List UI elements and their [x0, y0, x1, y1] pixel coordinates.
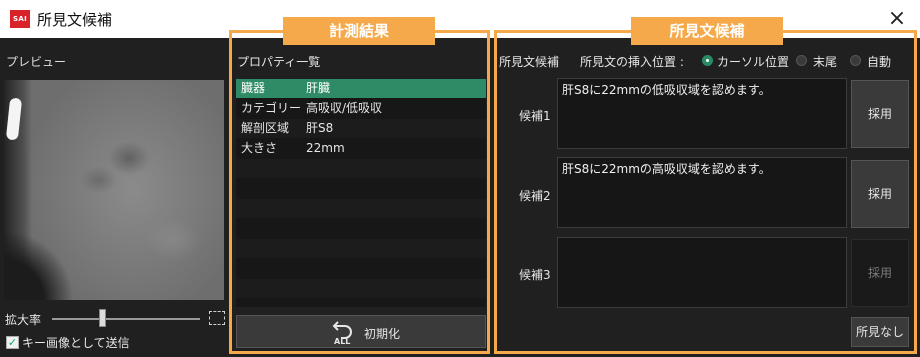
ct-preview-image — [4, 80, 224, 300]
zoom-slider-thumb[interactable] — [99, 309, 106, 327]
candidate-3-text[interactable] — [557, 237, 847, 308]
zoom-label: 拡大率 — [5, 313, 42, 327]
candidate-2-label: 候補2 — [519, 189, 551, 203]
radio-label-cursor: カーソル位置 — [717, 55, 790, 69]
candidates-header: 所見文候補 — [499, 55, 560, 69]
reset-button[interactable]: ALL 初期化 — [236, 315, 486, 348]
preview-label: プレビュー — [6, 55, 67, 69]
property-row-segment[interactable]: 解剖区域 肝S8 — [236, 119, 486, 138]
candidate-1-text[interactable]: 肝S8に22mmの低吸収域を認めます。 — [557, 78, 847, 149]
adopt-button-1[interactable]: 採用 — [851, 80, 909, 148]
close-icon[interactable]: × — [884, 6, 910, 32]
svg-text:ALL: ALL — [334, 337, 350, 345]
radio-label-end: 末尾 — [813, 55, 838, 69]
no-findings-button[interactable]: 所見なし — [851, 317, 909, 347]
undo-all-icon: ALL — [332, 321, 352, 345]
property-value: 22mm — [306, 141, 345, 155]
window-title: 所見文候補 — [37, 11, 113, 29]
radio-label-auto: 自動 — [867, 55, 892, 69]
radio-auto[interactable] — [850, 55, 861, 66]
property-value: 高吸収/低吸収 — [306, 101, 383, 115]
property-value: 肝臓 — [306, 81, 331, 95]
app-logo: SAI — [10, 10, 30, 28]
candidates-tag: 所見文候補 — [631, 17, 783, 45]
property-row-organ[interactable]: 臓器 肝臓 — [236, 79, 486, 98]
measurement-tag: 計測結果 — [283, 17, 435, 45]
adopt-button-3: 採用 — [851, 239, 909, 307]
property-value: 肝S8 — [306, 121, 334, 135]
candidate-3-label: 候補3 — [519, 268, 551, 282]
property-list-title: プロパティ一覧 — [237, 55, 321, 69]
property-key: カテゴリー — [241, 101, 302, 115]
fit-to-window-icon[interactable] — [209, 311, 225, 325]
candidate-2-text[interactable]: 肝S8に22mmの高吸収域を認めます。 — [557, 157, 847, 228]
insert-position-label: 所見文の挿入位置 : — [580, 55, 684, 69]
property-row-category[interactable]: カテゴリー 高吸収/低吸収 — [236, 99, 486, 118]
candidate-1-label: 候補1 — [519, 109, 551, 123]
radio-end[interactable] — [796, 55, 807, 66]
adopt-button-2[interactable]: 採用 — [851, 160, 909, 228]
zoom-slider-track[interactable] — [52, 318, 200, 320]
reset-label: 初期化 — [364, 327, 401, 341]
property-table: 臓器 肝臓 カテゴリー 高吸収/低吸収 解剖区域 肝S8 大きさ 22mm — [236, 79, 486, 307]
send-key-image-checkbox[interactable]: ✓ — [6, 336, 19, 349]
property-key: 臓器 — [241, 81, 266, 95]
property-row-size[interactable]: 大きさ 22mm — [236, 139, 486, 158]
property-key: 大きさ — [241, 141, 278, 155]
send-key-image-label: キー画像として送信 — [22, 336, 130, 350]
property-key: 解剖区域 — [241, 121, 290, 135]
radio-cursor-position[interactable] — [702, 55, 713, 66]
